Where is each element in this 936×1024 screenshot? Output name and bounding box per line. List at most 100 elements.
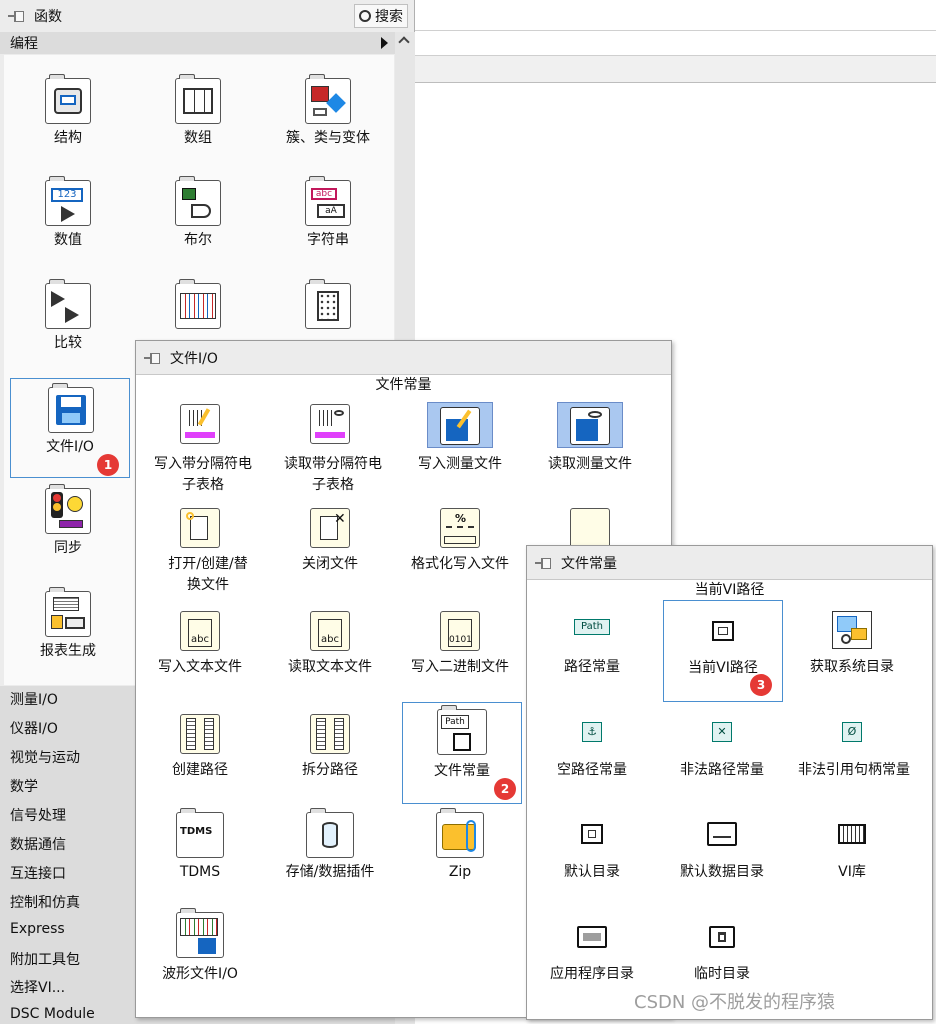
file-io-item-write-measurement-file[interactable]: 写入测量文件	[400, 398, 520, 498]
category-item[interactable]: Express	[10, 921, 65, 937]
category-item[interactable]: DSC Module	[10, 1006, 95, 1022]
constant-item-default-directory[interactable]: 默认目录	[532, 812, 652, 907]
category-item[interactable]: 控制和仿真	[10, 892, 80, 912]
constant-item-default-data-directory[interactable]: 默认数据目录	[662, 812, 782, 907]
step-badge-2: 2	[494, 778, 516, 800]
palette-item-label: 读取带分隔符电子表格	[284, 456, 382, 493]
constant-item-empty-path[interactable]: ⚓ 空路径常量	[532, 710, 652, 805]
write-binary-icon: 0101	[440, 611, 480, 651]
read-text-icon: abc	[310, 611, 350, 651]
palette-item-label: 格式化写入文件	[411, 556, 509, 572]
file-io-item-scan-from-file[interactable]	[530, 502, 650, 548]
palette-item-label: 同步	[54, 540, 82, 556]
file-io-palette-title: 文件I/O	[170, 350, 218, 367]
expand-right-icon[interactable]	[381, 37, 388, 49]
write-text-icon: abc	[180, 611, 220, 651]
palette-item-report-generation[interactable]: 报表生成	[8, 583, 128, 683]
file-io-item-write-text-file[interactable]: abc 写入文本文件	[140, 605, 260, 705]
palette-item-label: 写入二进制文件	[411, 659, 509, 675]
section-title: 编程	[10, 36, 38, 52]
category-item[interactable]: 视觉与运动	[10, 747, 80, 767]
close-file-icon: ✕	[310, 508, 350, 548]
palette-item-structures[interactable]: 结构	[8, 70, 128, 170]
numeric-icon: 123	[45, 176, 91, 226]
file-io-item-tdms[interactable]: TDMS TDMS	[140, 808, 260, 910]
constant-item-not-a-path[interactable]: ✕ 非法路径常量	[662, 710, 782, 805]
file-io-item-storage-data-plugin[interactable]: 存储/数据插件	[270, 808, 390, 910]
file-io-item-read-delimited-spreadsheet[interactable]: 读取带分隔符电子表格	[270, 398, 390, 498]
palette-item-label: 获取系统目录	[810, 659, 894, 675]
palette-item-synchronization[interactable]: 同步	[8, 480, 128, 580]
file-io-item-write-binary-file[interactable]: 0101 写入二进制文件	[400, 605, 520, 705]
default-directory-icon	[581, 824, 603, 844]
category-item[interactable]: 仪器I/O	[10, 718, 58, 738]
palette-item-label: TDMS	[179, 864, 221, 880]
search-label: 搜索	[375, 9, 403, 25]
traffic-light-icon	[45, 484, 91, 534]
pin-icon[interactable]	[535, 557, 551, 569]
category-item[interactable]: 附加工具包	[10, 949, 80, 969]
file-constants-palette-header: 文件常量	[527, 546, 932, 580]
file-io-item-build-path[interactable]: 创建路径	[140, 708, 260, 808]
write-spreadsheet-icon	[180, 404, 220, 444]
file-io-item-read-text-file[interactable]: abc 读取文本文件	[270, 605, 390, 705]
file-io-item-close-file[interactable]: ✕ 关闭文件	[270, 502, 390, 602]
string-icon: abc aA	[305, 176, 351, 226]
category-item[interactable]: 互连接口	[10, 863, 66, 883]
palette-item-label: 路径常量	[564, 659, 620, 675]
palette-item-boolean[interactable]: 布尔	[138, 172, 258, 272]
constant-item-path-constant[interactable]: Path 路径常量	[532, 605, 652, 700]
palette-item-label: 写入带分隔符电子表格	[154, 456, 252, 493]
path-constant-icon: Path	[574, 619, 610, 635]
palette-item-label: 数组	[184, 130, 212, 146]
system-directory-icon	[832, 611, 872, 649]
category-header-programming[interactable]: 编程	[0, 32, 415, 54]
tdms-icon: TDMS	[176, 808, 224, 858]
editor-toolbar-strip	[415, 55, 936, 83]
report-printer-icon	[45, 587, 91, 637]
palette-item-comparison[interactable]: 比较	[8, 275, 128, 375]
palette-item-label: 默认目录	[564, 864, 620, 880]
search-button[interactable]: 搜索	[354, 4, 408, 28]
palette-item-label: 拆分路径	[302, 762, 358, 778]
palette-item-label: 写入测量文件	[418, 456, 502, 472]
palette-item-label: 空路径常量	[557, 762, 627, 778]
constant-item-vi-library[interactable]: VI库	[792, 812, 912, 907]
constant-item-not-a-refnum[interactable]: Ø 非法引用句柄常量	[792, 710, 912, 805]
empty-path-icon: ⚓	[582, 722, 602, 742]
palette-item-array[interactable]: 数组	[138, 70, 258, 170]
palette-item-label: 读取测量文件	[548, 456, 632, 472]
palette-item-label: 布尔	[184, 232, 212, 248]
pin-icon[interactable]	[8, 10, 24, 22]
file-constants-group-header: 当前VI路径	[694, 582, 765, 598]
palette-item-cluster-class-variant[interactable]: 簇、类与变体	[268, 70, 388, 170]
array-icon	[175, 74, 221, 124]
palette-item-label: 临时目录	[694, 966, 750, 982]
palette-item-label: 波形文件I/O	[162, 966, 238, 982]
pin-icon[interactable]	[144, 352, 160, 364]
file-io-item-format-into-file[interactable]: % 格式化写入文件	[400, 502, 520, 602]
format-file-icon: %	[440, 508, 480, 548]
category-item[interactable]: 数据通信	[10, 834, 66, 854]
file-io-item-open-create-replace[interactable]: 打开/创建/替换文件	[140, 502, 260, 602]
functions-palette-header: 函数 搜索	[0, 0, 414, 32]
palette-item-label: Zip	[448, 864, 472, 880]
category-item[interactable]: 测量I/O	[10, 689, 58, 709]
file-io-item-read-measurement-file[interactable]: 读取测量文件	[530, 398, 650, 498]
file-io-item-zip[interactable]: Zip	[400, 808, 520, 910]
category-item[interactable]: 信号处理	[10, 805, 66, 825]
functions-palette-title: 函数	[34, 9, 62, 25]
waveform-icon	[175, 279, 221, 329]
category-item[interactable]: 数学	[10, 776, 38, 796]
file-io-item-strip-path[interactable]: 拆分路径	[270, 708, 390, 808]
scroll-up-icon[interactable]	[398, 36, 410, 48]
file-io-item-write-delimited-spreadsheet[interactable]: 写入带分隔符电子表格	[140, 398, 260, 498]
palette-item-numeric[interactable]: 123 数值	[8, 172, 128, 272]
palette-item-string[interactable]: abc aA 字符串	[268, 172, 388, 272]
constant-item-get-system-directory[interactable]: 获取系统目录	[792, 605, 912, 700]
boolean-icon	[175, 176, 221, 226]
category-item[interactable]: 选择VI...	[10, 977, 65, 997]
file-io-item-waveform-file-io[interactable]: 波形文件I/O	[140, 908, 260, 992]
palette-item-label: 结构	[54, 130, 82, 146]
floppy-disk-icon	[48, 383, 94, 433]
